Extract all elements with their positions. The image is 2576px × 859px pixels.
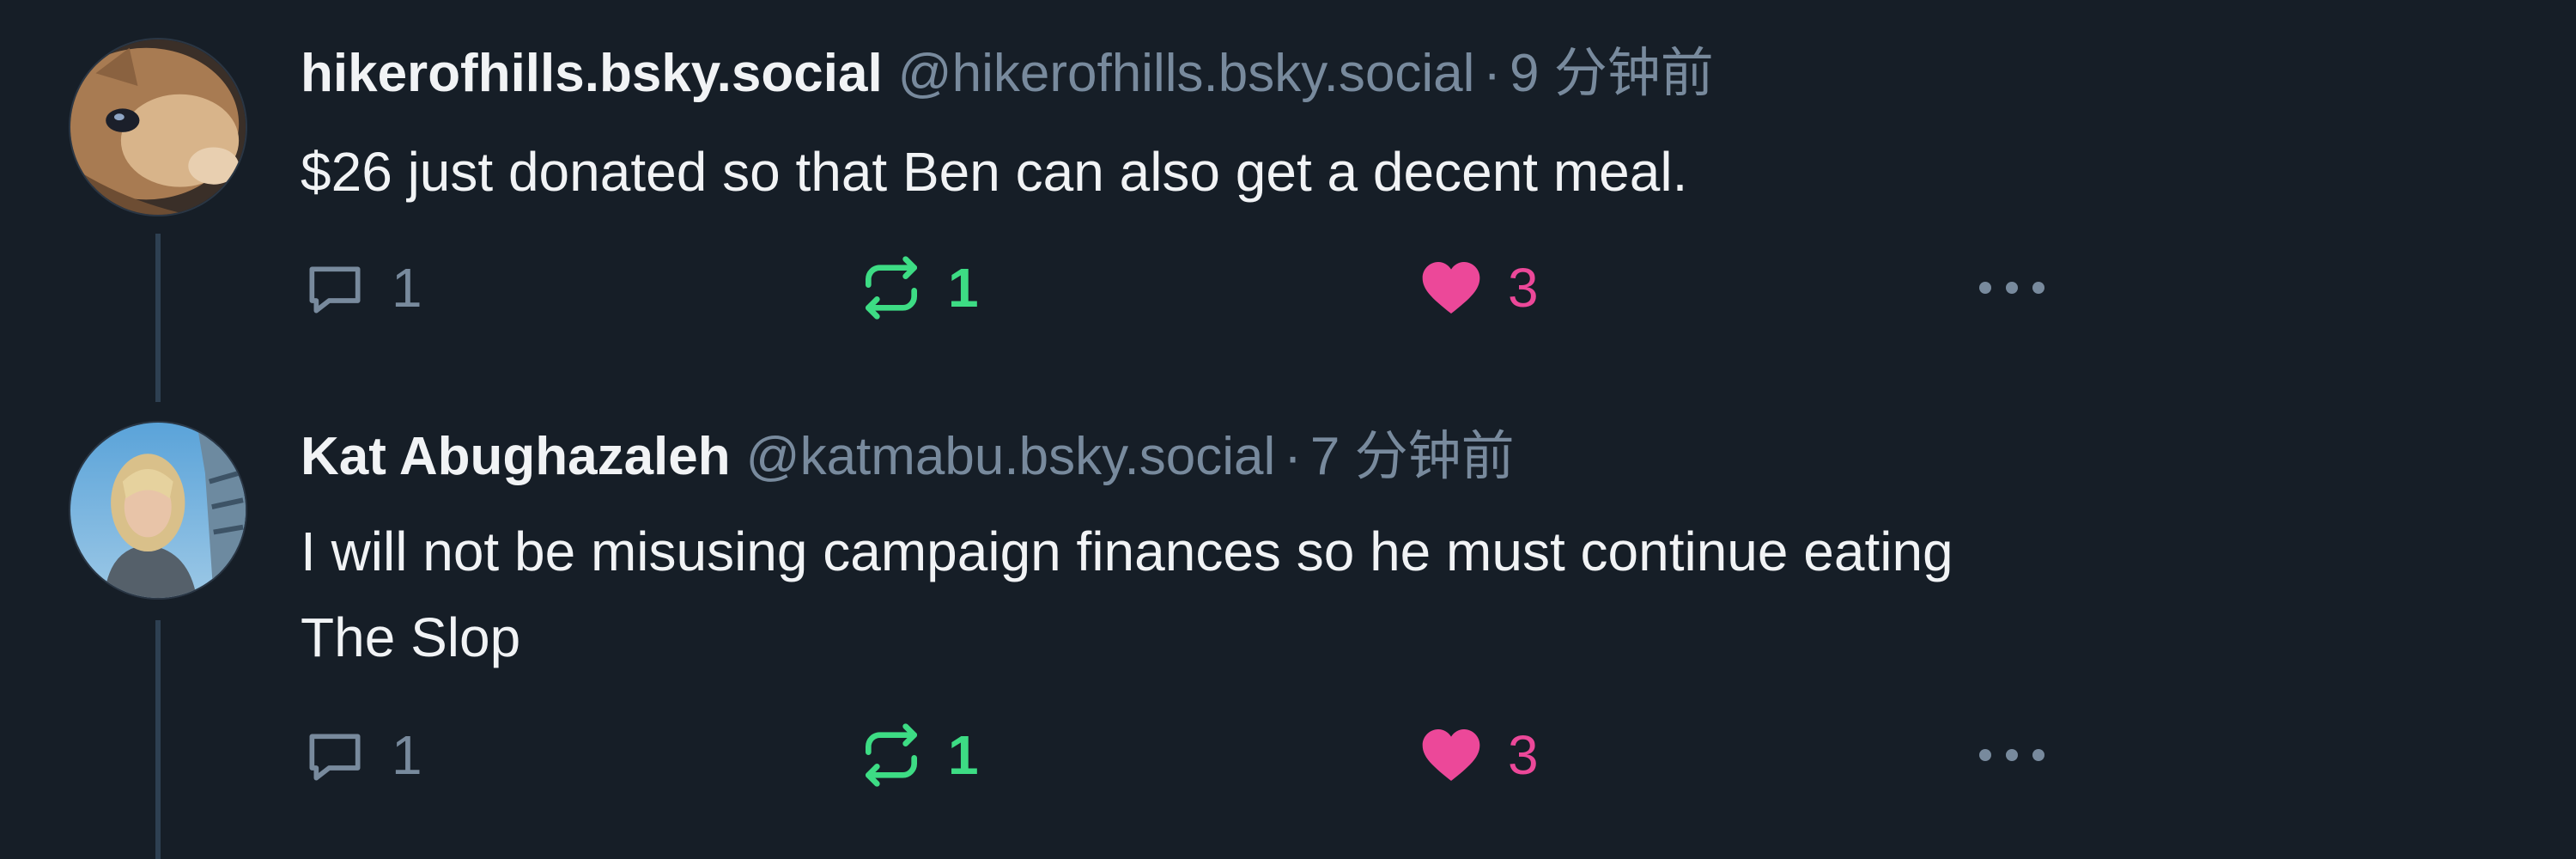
like-button[interactable]: 3 [1417, 716, 1539, 794]
handle[interactable]: @katmabu.bsky.social [746, 427, 1276, 486]
post-header: hikerofhills.bsky.social @hikerofhills.bs… [301, 40, 1714, 108]
post-text-line: $26 just donated so that Ben can also ge… [301, 141, 1688, 203]
repost-count: 1 [948, 257, 979, 319]
more-options-button[interactable] [1973, 249, 2050, 326]
reply-button[interactable]: 1 [301, 716, 422, 794]
like-count: 3 [1508, 724, 1539, 786]
repost-button[interactable]: 1 [857, 716, 979, 794]
post-text-line: The Slop [301, 606, 521, 668]
ellipsis-icon [1979, 749, 2044, 761]
heart-icon [1422, 262, 1480, 314]
like-button[interactable]: 3 [1417, 249, 1539, 326]
post-item[interactable]: Kat Abughazaleh @katmabu.bsky.social · 7 分钟… [0, 405, 2576, 859]
speech-bubble-icon [309, 734, 361, 781]
reply-count: 1 [392, 724, 422, 786]
repost-button[interactable]: 1 [857, 249, 979, 326]
post-item[interactable]: hikerofhills.bsky.social @hikerofhills.bs… [0, 0, 2576, 405]
timestamp[interactable]: 9 分钟前 [1510, 44, 1714, 103]
ellipsis-icon [1979, 282, 2044, 294]
handle[interactable]: @hikerofhills.bsky.social [898, 44, 1475, 103]
display-name[interactable]: Kat Abughazaleh [301, 427, 731, 486]
repost-arrows-icon [866, 723, 917, 787]
portrait-avatar-icon [70, 423, 246, 598]
timestamp[interactable]: 7 分钟前 [1310, 427, 1515, 486]
post-text: I will not be misusing campaign finances… [301, 509, 2404, 680]
post-header: Kat Abughazaleh @katmabu.bsky.social · 7 分钟… [301, 423, 1515, 491]
repost-count: 1 [948, 724, 979, 786]
post-actions: 1 1 3 [301, 716, 2104, 794]
like-count: 3 [1508, 257, 1539, 319]
post-text-line: I will not be misusing campaign finances… [301, 521, 1953, 582]
more-options-button[interactable] [1973, 716, 2050, 794]
post-text: $26 just donated so that Ben can also ge… [301, 129, 2404, 215]
heart-icon [1422, 729, 1480, 781]
separator: · [1483, 44, 1502, 103]
speech-bubble-icon [309, 266, 361, 314]
avatar[interactable] [69, 38, 247, 216]
avatar[interactable] [69, 421, 247, 600]
post-actions: 1 1 3 [301, 249, 2104, 326]
thread-line [155, 620, 161, 859]
repost-arrows-icon [866, 256, 917, 320]
separator: · [1284, 427, 1302, 486]
reply-count: 1 [392, 257, 422, 319]
display-name[interactable]: hikerofhills.bsky.social [301, 44, 883, 103]
squirrel-avatar-icon [70, 40, 246, 215]
reply-button[interactable]: 1 [301, 249, 422, 326]
thread-line [155, 234, 161, 402]
